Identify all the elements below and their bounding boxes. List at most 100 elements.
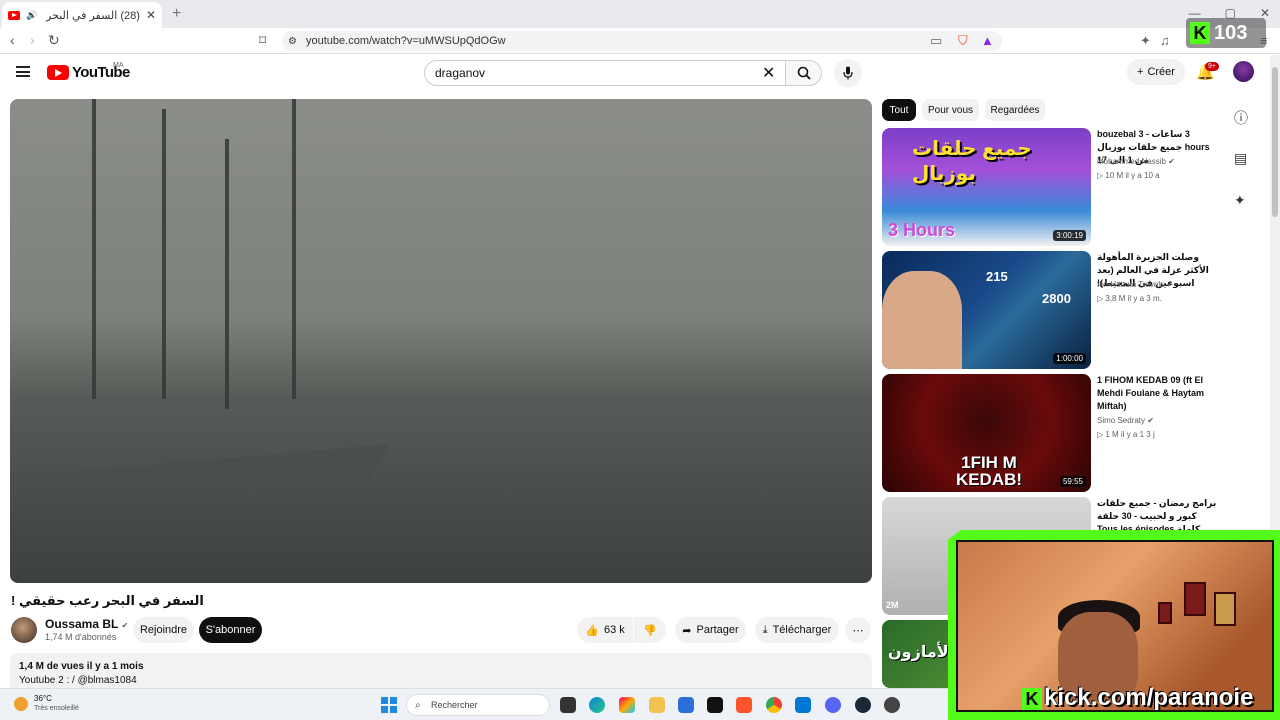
recommendation-meta: ▷ 1 M il y a 1 3 j [1097, 430, 1155, 439]
steam-icon[interactable] [855, 697, 871, 713]
windows-start-icon[interactable] [381, 697, 397, 713]
ask-sparkle-icon[interactable]: ✦ [1234, 192, 1246, 209]
chip-all[interactable]: Tout [882, 99, 916, 121]
forward-icon[interactable]: › [30, 32, 35, 48]
download-label: Télécharger [772, 624, 832, 636]
back-icon[interactable]: ‹ [10, 32, 15, 48]
dislike-button[interactable]: 👎 [634, 617, 666, 643]
ship-mast [292, 99, 296, 399]
recommendation-channel: Mohammed Nassib ✔ [1097, 157, 1175, 166]
speaker-icon[interactable]: 🔊 [26, 10, 37, 21]
url-text: youtube.com/watch?v=uMWSUpQdOGw [306, 35, 506, 47]
kick-url-text: kick.com/paranoie [1044, 684, 1254, 711]
weather-description: Très ensoleillé [34, 705, 79, 712]
recommendation-item[interactable]: 215 2800 1:00:00 وصلت الجزيرة المأهولة ا… [882, 251, 1222, 369]
channel-avatar[interactable] [11, 617, 37, 643]
download-icon: ⤓ [762, 623, 768, 636]
share-button[interactable]: ➦ Partager [675, 617, 746, 643]
recommendation-thumbnail[interactable]: 1FIH M KEDAB! 59:55 [882, 374, 1091, 492]
video-duration: 3:00:19 [1053, 230, 1086, 241]
new-tab-button[interactable]: + [172, 5, 181, 23]
clear-search-icon[interactable]: ✕ [762, 63, 775, 83]
create-button[interactable]: + Créer [1127, 59, 1185, 85]
url-field[interactable]: ⚙ youtube.com/watch?v=uMWSUpQdOGw [282, 31, 1002, 51]
thumbnail-text: 3 Hours [888, 220, 956, 240]
cast-icon[interactable]: ▭ [930, 33, 942, 49]
recommendation-channel: Ibn Hattuta Travels ✔ [1097, 280, 1173, 289]
obs-icon[interactable] [884, 697, 900, 713]
ship-mast [92, 99, 96, 399]
store-icon[interactable] [678, 697, 694, 713]
video-duration: 1:00:00 [1053, 353, 1086, 364]
notification-badge: 9+ [1205, 62, 1219, 71]
thumbs-up-icon: 👍 [585, 624, 599, 637]
search-value: draganov [435, 66, 486, 80]
brave-browser-icon[interactable] [736, 697, 752, 713]
file-explorer-icon[interactable] [649, 697, 665, 713]
description-text: Youtube 2 : / @blmas1084 [19, 675, 137, 686]
youtube-favicon-icon [8, 10, 20, 20]
verified-icon: ✔ [1147, 416, 1154, 425]
task-view-icon[interactable] [560, 697, 576, 713]
viewer-counter: K 103 [1186, 18, 1266, 48]
voice-search-button[interactable] [834, 59, 862, 87]
subscribe-button[interactable]: S'abonner [199, 617, 262, 643]
more-dots-icon: ⋯ [852, 624, 864, 637]
webcam-feed: Kkick.com/paranoie [956, 540, 1274, 712]
join-button[interactable]: Rejoindre [133, 617, 194, 643]
brave-shield-icon[interactable]: ⛉ [958, 33, 968, 49]
account-avatar[interactable] [1233, 61, 1254, 82]
download-button[interactable]: ⤓ Télécharger [755, 617, 839, 643]
tab-title: (28) السفر في البحر رعب حقيقي [43, 9, 140, 22]
channel-text: Mohammed Nassib [1097, 157, 1166, 166]
channel-name[interactable]: Oussama BL ✔ [45, 617, 128, 631]
thumbnail-text: 2800 [1042, 291, 1071, 306]
tab-close-button[interactable]: ✕ [146, 8, 156, 22]
recommendation-thumbnail[interactable]: جميع حلقات بوزبال 3 Hours 3:00:19 [882, 128, 1091, 246]
brave-rewards-icon[interactable]: ▲ [981, 33, 994, 48]
chip-watched[interactable]: Regardées [985, 99, 1045, 121]
search-button[interactable] [786, 60, 822, 86]
thumbnail-text: جميع حلقات بوزبال [912, 138, 1032, 185]
search-icon [797, 66, 811, 80]
description-box[interactable]: 1,4 M de vues il y a 1 mois Youtube 2 : … [10, 653, 872, 693]
channel-text: Simo Sedraty [1097, 416, 1146, 425]
game-app-icon[interactable] [707, 697, 723, 713]
edge-icon[interactable] [589, 697, 605, 713]
site-info-icon[interactable]: ⚙ [288, 36, 297, 47]
person-thumbnail [882, 271, 962, 369]
search-input[interactable]: draganov [424, 60, 786, 86]
browser-tab[interactable]: 🔊 (28) السفر في البحر رعب حقيقي ✕ [2, 2, 162, 28]
more-actions-button[interactable]: ⋯ [845, 617, 871, 643]
info-icon[interactable]: ⓘ [1234, 108, 1248, 128]
microphone-icon [843, 66, 853, 80]
sun-weather-icon[interactable] [14, 697, 28, 711]
chat-icon[interactable]: ▤ [1234, 150, 1247, 167]
like-button[interactable]: 👍 63 k [577, 617, 633, 643]
plus-icon: + [1137, 66, 1144, 78]
recommendation-meta: ▷ 10 M il y a 10 a [1097, 171, 1160, 180]
copilot-icon[interactable] [619, 697, 635, 713]
chip-for-you[interactable]: Pour vous [922, 99, 979, 121]
taskbar-search[interactable]: ⌕ Rechercher [406, 694, 550, 716]
bookmark-icon[interactable]: ⌑ [259, 32, 266, 49]
video-player[interactable] [10, 99, 872, 583]
scrollbar-thumb[interactable] [1272, 67, 1278, 217]
ship-hull [50, 444, 390, 494]
viewer-count: 103 [1214, 21, 1248, 44]
wall-poster [1184, 582, 1206, 616]
hamburger-menu-icon[interactable] [16, 66, 30, 77]
media-icon[interactable]: ♫ [1160, 33, 1170, 48]
recommendation-item[interactable]: 1FIH M KEDAB! 59:55 1 FIHOM KEDAB 09 (ft… [882, 374, 1222, 492]
recommendation-item[interactable]: جميع حلقات بوزبال 3 Hours 3:00:19 3 ساعا… [882, 128, 1222, 246]
kick-url-banner: Kkick.com/paranoie [1022, 684, 1254, 711]
recommendation-thumbnail[interactable]: 215 2800 1:00:00 [882, 251, 1091, 369]
reload-icon[interactable]: ↻ [48, 32, 60, 49]
share-icon: ➦ [682, 624, 692, 637]
mail-icon[interactable] [795, 697, 811, 713]
join-label: Rejoindre [139, 624, 188, 636]
chrome-icon[interactable] [766, 697, 782, 713]
youtube-play-logo-icon [47, 65, 69, 80]
extensions-icon[interactable]: ✦ [1140, 33, 1151, 49]
discord-icon[interactable] [825, 697, 841, 713]
